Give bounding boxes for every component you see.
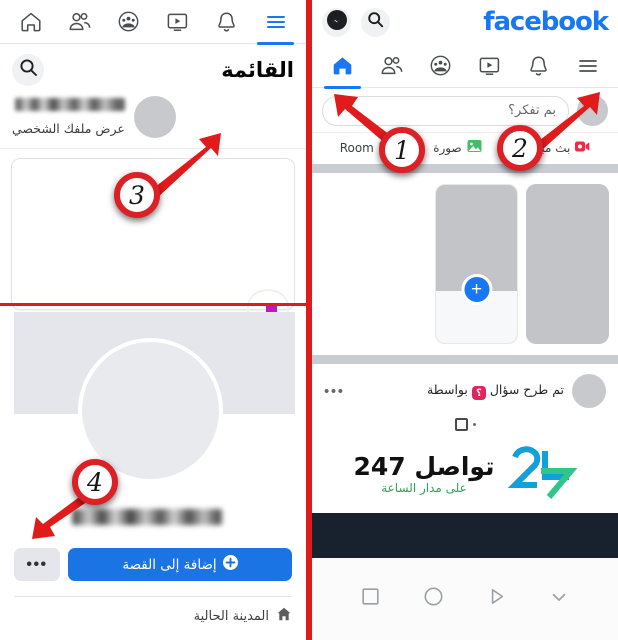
more-options-button[interactable]: ••• (14, 548, 60, 581)
search-button[interactable] (12, 54, 44, 86)
photo-icon (467, 139, 482, 156)
composer-actions-row: بث مباشر صورة Room (312, 132, 618, 164)
circle-icon[interactable] (423, 586, 444, 612)
plus-circle-icon (222, 555, 238, 574)
nav-tab-friends[interactable] (367, 44, 416, 88)
hamburger-menu-icon (575, 56, 601, 76)
menu-shortcut-card[interactable] (11, 158, 295, 323)
room-icon (379, 140, 394, 156)
post-composer-row: بم تفكر؟ (312, 88, 618, 132)
profile-texts: عرض ملفك الشخصي (12, 96, 125, 137)
triangle-icon[interactable] (487, 587, 506, 611)
room-label: Room (339, 140, 374, 155)
post-brand-logo: تواصل 247 على مدار الساعة (312, 431, 618, 520)
active-tab-underline (323, 85, 362, 89)
active-tab-underline (256, 41, 295, 45)
logo-mark-247-icon (505, 441, 577, 508)
facebook-wordmark: facebook (483, 7, 609, 37)
nav-tab-groups[interactable] (416, 44, 465, 88)
privacy-icon (454, 418, 468, 431)
section-separator (312, 355, 618, 364)
plus-icon[interactable]: + (461, 274, 492, 305)
page-title: القائمة (221, 58, 294, 82)
current-city-label: المدينة الحالية (193, 608, 269, 624)
post-header: تم طرح سؤال ؟ بواسطة ••• (312, 364, 618, 412)
friends-icon (379, 54, 405, 78)
search-icon (367, 11, 384, 33)
divider (14, 596, 292, 597)
create-story-card[interactable]: + (435, 184, 518, 344)
chevron-down-icon[interactable] (549, 587, 569, 612)
add-to-story-label: إضافة إلى القصة (122, 556, 217, 573)
left-phone-panel: القائمة عرض ملفك الشخصي ••• إضافة إلى ال… (0, 0, 309, 640)
right-top-navbar (312, 44, 618, 89)
square-icon[interactable] (361, 587, 380, 611)
post-title: تم طرح سؤال ؟ بواسطة (427, 382, 564, 401)
current-city-row[interactable]: المدينة الحالية (194, 606, 292, 626)
post-author-block[interactable]: تم طرح سؤال ؟ بواسطة (427, 374, 606, 408)
section-separator (312, 164, 618, 173)
post-title-suffix: بواسطة (427, 381, 468, 397)
photo-action[interactable]: صورة (433, 139, 482, 156)
menu-header: القائمة (0, 44, 306, 92)
stories-strip: + (312, 173, 618, 355)
watch-video-icon (477, 54, 502, 78)
nav-tab-watch[interactable] (465, 44, 514, 88)
story-actions-row: ••• إضافة إلى القصة (0, 548, 306, 581)
home-icon (330, 54, 355, 78)
avatar (572, 374, 606, 408)
watch-video-icon (165, 10, 190, 34)
facebook-header: facebook (312, 0, 618, 44)
profile-shortcut-row[interactable]: عرض ملفك الشخصي (0, 92, 306, 149)
nav-tab-notifications[interactable] (514, 44, 563, 88)
messenger-button[interactable] (322, 7, 351, 37)
messenger-icon (326, 9, 347, 35)
search-button[interactable] (361, 7, 390, 37)
live-video-icon (575, 140, 590, 156)
composer-input[interactable]: بم تفكر؟ (322, 95, 569, 126)
view-profile-label: عرض ملفك الشخصي (12, 120, 125, 136)
bell-icon (215, 10, 238, 34)
avatar[interactable] (577, 95, 608, 126)
nav-tab-menu[interactable] (251, 0, 300, 45)
nav-tab-menu[interactable] (563, 44, 612, 88)
nav-tab-groups[interactable] (104, 0, 153, 44)
avatar (133, 96, 176, 138)
live-video-label: بث مباشر (521, 140, 571, 155)
nav-tab-notifications[interactable] (202, 0, 251, 44)
android-navigation-bar (312, 558, 618, 640)
dark-media-band (312, 513, 618, 558)
post-meta-row (312, 412, 618, 431)
brand-subtitle: على مدار الساعة (381, 480, 467, 495)
live-video-action[interactable]: بث مباشر (521, 140, 590, 156)
search-icon (19, 58, 38, 82)
left-top-navbar (0, 0, 306, 45)
nav-tab-home[interactable] (6, 0, 55, 44)
post-more-button[interactable]: ••• (324, 383, 345, 400)
question-badge-icon: ؟ (471, 386, 486, 401)
tutorial-screenshot: القائمة عرض ملفك الشخصي ••• إضافة إلى ال… (0, 0, 618, 640)
home-icon (19, 10, 43, 34)
photo-label: صورة (433, 140, 462, 155)
brand-title: تواصل 247 (353, 452, 495, 482)
brand-text-block: تواصل 247 على مدار الساعة (353, 452, 495, 495)
bell-icon (527, 54, 550, 78)
add-to-story-button[interactable]: إضافة إلى القصة (68, 548, 292, 581)
profile-name-redacted (14, 98, 125, 112)
friends-icon (67, 10, 93, 34)
groups-icon (428, 53, 453, 78)
nav-tab-friends[interactable] (55, 0, 104, 44)
story-card[interactable] (526, 184, 609, 344)
hamburger-menu-icon (263, 12, 289, 32)
profile-name-redacted-large (72, 509, 222, 525)
meta-separator-dot (472, 423, 476, 426)
groups-icon (116, 9, 141, 34)
right-phone-panel: facebook بم تفكر؟ بث مباشر صورة Room + ت… (309, 0, 618, 640)
room-action[interactable]: Room (340, 140, 394, 156)
post-title-prefix: تم طرح سؤال (489, 381, 564, 397)
nav-tab-home[interactable] (318, 44, 367, 89)
home-filled-icon (276, 606, 292, 626)
profile-avatar-large[interactable] (78, 338, 223, 483)
nav-tab-watch[interactable] (153, 0, 202, 44)
